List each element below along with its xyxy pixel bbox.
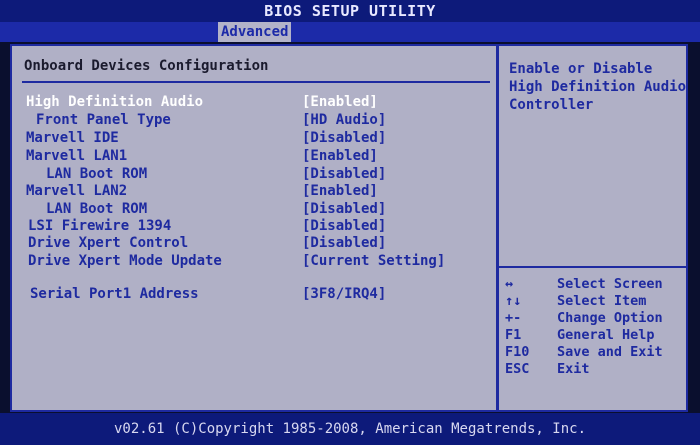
- setting-label: Marvell IDE: [26, 130, 119, 146]
- setting-label: Drive Xpert Mode Update: [28, 253, 222, 269]
- setting-drive-xpert-control[interactable]: Drive Xpert Control [Disabled]: [12, 235, 472, 252]
- setting-label: LAN Boot ROM: [46, 166, 148, 182]
- key-label: ESC: [505, 361, 530, 377]
- setting-value[interactable]: [Enabled]: [302, 94, 378, 111]
- setting-serial-port1-address[interactable]: Serial Port1 Address [3F8/IRQ4]: [12, 286, 472, 303]
- setting-label: Front Panel Type: [36, 112, 171, 128]
- setting-value[interactable]: [Disabled]: [302, 235, 386, 252]
- setting-value[interactable]: [Current Setting]: [302, 253, 445, 270]
- copyright-footer: v02.61 (C)Copyright 1985-2008, American …: [0, 413, 700, 445]
- setting-label: High Definition Audio: [26, 94, 204, 110]
- setting-value[interactable]: [Disabled]: [302, 201, 386, 218]
- setting-high-definition-audio[interactable]: High Definition Audio [Enabled]: [12, 94, 472, 111]
- setting-label: Marvell LAN1: [26, 148, 128, 164]
- setting-value[interactable]: [HD Audio]: [302, 112, 386, 129]
- setting-label: LAN Boot ROM: [46, 201, 148, 217]
- key-label: F1: [505, 327, 522, 343]
- key-hint-change-option: +- Change Option: [499, 310, 686, 327]
- app-title: BIOS SETUP UTILITY: [0, 0, 700, 22]
- setting-label: Drive Xpert Control: [28, 235, 189, 251]
- section-title: Onboard Devices Configuration: [24, 58, 269, 74]
- setting-drive-xpert-mode-update[interactable]: Drive Xpert Mode Update [Current Setting…: [12, 253, 472, 270]
- setting-lan2-boot-rom[interactable]: LAN Boot ROM [Disabled]: [12, 201, 472, 218]
- key-hint-save-exit: F10 Save and Exit: [499, 344, 686, 361]
- setting-value[interactable]: [Enabled]: [302, 148, 378, 165]
- plus-minus-icon: +-: [505, 310, 522, 326]
- setting-lsi-firewire-1394[interactable]: LSI Firewire 1394 [Disabled]: [12, 218, 472, 235]
- tab-advanced[interactable]: Advanced: [218, 22, 292, 42]
- key-hint-general-help: F1 General Help: [499, 327, 686, 344]
- key-action: General Help: [557, 327, 655, 343]
- key-action: Select Item: [557, 293, 647, 309]
- tab-strip: Advanced: [0, 22, 700, 42]
- key-action: Change Option: [557, 310, 663, 326]
- setting-label: Marvell LAN2: [26, 183, 128, 199]
- setting-value[interactable]: [Disabled]: [302, 218, 386, 235]
- left-right-arrows-icon: ↔: [505, 276, 514, 292]
- key-hint-select-item: ↑↓ Select Item: [499, 293, 686, 310]
- main-frame: Onboard Devices Configuration High Defin…: [10, 44, 688, 412]
- up-down-arrows-icon: ↑↓: [505, 293, 522, 309]
- key-label: F10: [505, 344, 530, 360]
- setting-value[interactable]: [3F8/IRQ4]: [302, 286, 386, 303]
- key-action: Select Screen: [557, 276, 663, 292]
- setting-value[interactable]: [Enabled]: [302, 183, 378, 200]
- setting-marvell-lan1[interactable]: Marvell LAN1 [Enabled]: [12, 148, 472, 165]
- key-hint-select-screen: ↔ Select Screen: [499, 276, 686, 293]
- help-pane: Enable or Disable High Definition Audio …: [499, 46, 686, 412]
- key-hint-exit: ESC Exit: [499, 361, 686, 378]
- setting-marvell-lan2[interactable]: Marvell LAN2 [Enabled]: [12, 183, 472, 200]
- help-description: Enable or Disable High Definition Audio …: [509, 61, 686, 113]
- key-action: Exit: [557, 361, 590, 377]
- setting-marvell-ide[interactable]: Marvell IDE [Disabled]: [12, 130, 472, 147]
- help-divider: [499, 266, 686, 268]
- setting-label: Serial Port1 Address: [30, 286, 199, 302]
- setting-label: LSI Firewire 1394: [28, 218, 172, 234]
- setting-value[interactable]: [Disabled]: [302, 166, 386, 183]
- section-divider: [22, 81, 490, 83]
- key-action: Save and Exit: [557, 344, 663, 360]
- setting-front-panel-type[interactable]: Front Panel Type [HD Audio]: [12, 112, 472, 129]
- setting-value[interactable]: [Disabled]: [302, 130, 386, 147]
- setting-lan1-boot-rom[interactable]: LAN Boot ROM [Disabled]: [12, 166, 472, 183]
- settings-pane: Onboard Devices Configuration High Defin…: [12, 46, 496, 412]
